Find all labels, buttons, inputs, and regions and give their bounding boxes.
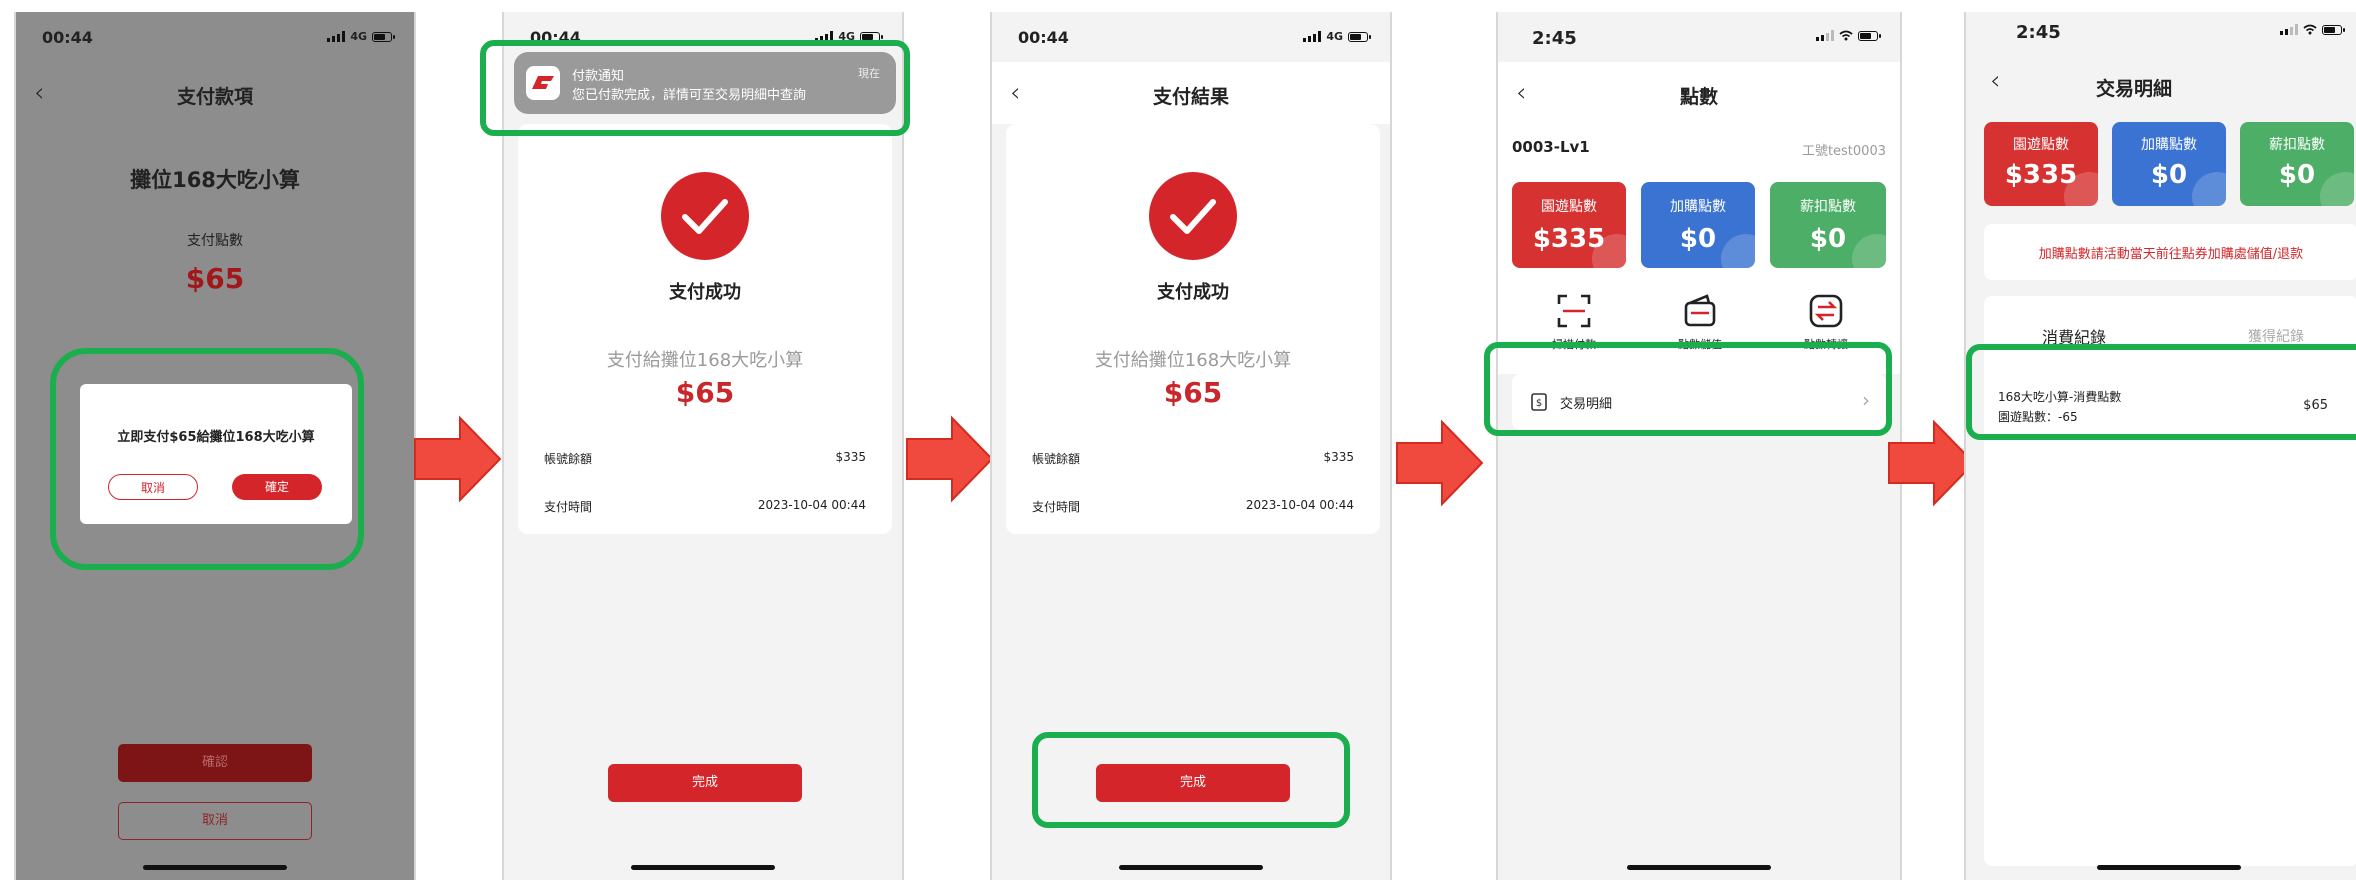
signal-icon xyxy=(1303,31,1322,42)
highlight-transaction-menu xyxy=(1484,342,1892,436)
home-indicator xyxy=(143,865,287,870)
status-signal: 4G xyxy=(327,30,395,43)
tile-label: 園遊點數 xyxy=(1541,199,1597,215)
back-chevron-icon[interactable]: ‹ xyxy=(1990,66,2000,96)
network-type: 4G xyxy=(1326,30,1343,43)
status-time: 00:44 xyxy=(1018,28,1069,47)
status-signal xyxy=(2280,24,2345,35)
account-panel: 0003-Lv1 工號test0003 園遊點數 $335 加購點數 $0 薪扣… xyxy=(1498,124,1900,374)
cancel-button[interactable]: 取消 xyxy=(118,802,312,840)
nav-bar: ‹ 支付結果 xyxy=(992,62,1390,124)
arrow-right-icon xyxy=(414,415,502,503)
notice-banner: 加購點數請活動當天前往點券加購處儲值/退款 xyxy=(1984,224,2356,280)
tab-earn-records[interactable]: 獲得紀錄 xyxy=(2248,326,2304,346)
tile-fair-points: 園遊點數 $335 xyxy=(1512,182,1626,268)
signal-icon xyxy=(2280,24,2298,35)
success-text: 支付成功 xyxy=(1157,282,1229,303)
home-indicator xyxy=(1119,865,1263,870)
notice-text: 加購點數請活動當天前往點券加購處儲值/退款 xyxy=(2038,247,2304,262)
tile-label: 薪扣點數 xyxy=(2269,137,2325,153)
nav-bar: ‹ 支付款項 xyxy=(16,62,414,124)
success-check-icon xyxy=(1149,172,1237,260)
paid-amount: $65 xyxy=(675,376,735,409)
status-bar: 00:44 4G xyxy=(992,12,1390,62)
account-level: 0003-Lv1 xyxy=(1512,138,1590,156)
battery-icon xyxy=(2322,24,2345,35)
battery-icon xyxy=(1858,30,1881,41)
payee-text: 支付給攤位168大吃小算 xyxy=(606,350,804,371)
network-type: 4G xyxy=(350,30,367,43)
tile-label: 加購點數 xyxy=(1670,199,1726,215)
highlight-done-button xyxy=(1032,732,1350,828)
battery-icon xyxy=(372,31,395,42)
arrow-right-icon xyxy=(1888,419,1976,507)
points-label: 支付點數 xyxy=(187,233,243,249)
paid-amount: $65 xyxy=(1163,376,1223,409)
user-id: 工號test0003 xyxy=(1801,144,1886,159)
home-indicator xyxy=(631,865,775,870)
pay-time-label: 支付時間 xyxy=(544,500,593,514)
page-title: 支付結果 xyxy=(1152,86,1229,108)
result-card: 支付成功 支付給攤位168大吃小算 $65 帳號餘額 $335 支付時間 202… xyxy=(1006,124,1380,534)
wifi-icon xyxy=(2303,24,2317,35)
tile-label: 薪扣點數 xyxy=(1800,199,1856,215)
signal-icon xyxy=(1816,30,1834,41)
battery-icon xyxy=(1348,31,1371,42)
status-time: 2:45 xyxy=(2016,22,2061,43)
success-text: 支付成功 xyxy=(669,282,741,303)
success-check-icon xyxy=(661,172,749,260)
confirm-button[interactable]: 確認 xyxy=(118,744,312,782)
page-title: 支付款項 xyxy=(176,86,253,108)
wifi-icon xyxy=(1839,30,1853,41)
home-indicator xyxy=(1627,865,1771,870)
page-title: 點數 xyxy=(1679,86,1718,108)
pay-time-value: 2023-10-04 00:44 xyxy=(757,498,866,512)
pay-time-label: 支付時間 xyxy=(1032,500,1081,514)
status-signal xyxy=(1816,30,1881,41)
status-time: 00:44 xyxy=(42,28,93,47)
nav-bar: ‹ 點數 xyxy=(1498,62,1900,124)
highlight-record-row xyxy=(1966,344,2356,440)
tile-label: 園遊點數 xyxy=(2013,137,2069,153)
balance-label: 帳號餘額 xyxy=(1032,452,1081,466)
pay-time-value: 2023-10-04 00:44 xyxy=(1245,498,1354,512)
status-bar: 00:44 4G xyxy=(16,12,414,62)
tile-label: 加購點數 xyxy=(2141,137,2197,153)
balance-label: 帳號餘額 xyxy=(544,452,593,466)
wallet-icon xyxy=(1684,294,1716,327)
done-button[interactable]: 完成 xyxy=(608,764,802,802)
highlight-notification xyxy=(480,40,910,136)
result-card: 支付成功 支付給攤位168大吃小算 $65 帳號餘額 $335 支付時間 202… xyxy=(518,124,892,534)
status-signal: 4G xyxy=(1303,30,1371,43)
arrow-right-icon xyxy=(906,415,994,503)
signal-icon xyxy=(327,31,346,42)
payment-amount: $65 xyxy=(185,262,245,295)
status-time: 2:45 xyxy=(1532,28,1577,49)
page-title: 交易明細 xyxy=(2096,78,2173,100)
transfer-icon xyxy=(1809,294,1843,328)
scan-icon xyxy=(1557,294,1591,328)
tile-payroll-points: 薪扣點數 $0 xyxy=(1770,182,1886,268)
tile-fair-points: 園遊點數 $335 xyxy=(1984,122,2098,206)
screen-transaction-details: 2:45 ‹ 交易明細 園遊點數 $335 加購點數 $0 薪扣點數 $0 加購… xyxy=(1964,12,2356,880)
arrow-right-icon xyxy=(1396,419,1484,507)
store-name: 攤位168大吃小算 xyxy=(130,168,300,192)
home-indicator xyxy=(2096,865,2241,870)
screen-points: 2:45 ‹ 點數 0003-Lv1 工號test0003 園遊點數 $335 … xyxy=(1496,12,1902,880)
nav-bar: ‹ 交易明細 xyxy=(1966,52,2356,114)
screen-payment-notification: 00:44 4G 付款通知 現在 您已付款完成，詳情可至交易明細中查詢 支付成功… xyxy=(502,12,904,880)
status-bar: 2:45 xyxy=(1498,12,1900,62)
payee-text: 支付給攤位168大吃小算 xyxy=(1094,350,1292,371)
balance-value: $335 xyxy=(1323,450,1354,464)
tile-payroll-points: 薪扣點數 $0 xyxy=(2240,122,2354,206)
balance-value: $335 xyxy=(835,450,866,464)
tile-addon-points: 加購點數 $0 xyxy=(1641,182,1755,268)
highlight-confirm-dialog xyxy=(50,348,364,570)
tile-addon-points: 加購點數 $0 xyxy=(2112,122,2226,206)
